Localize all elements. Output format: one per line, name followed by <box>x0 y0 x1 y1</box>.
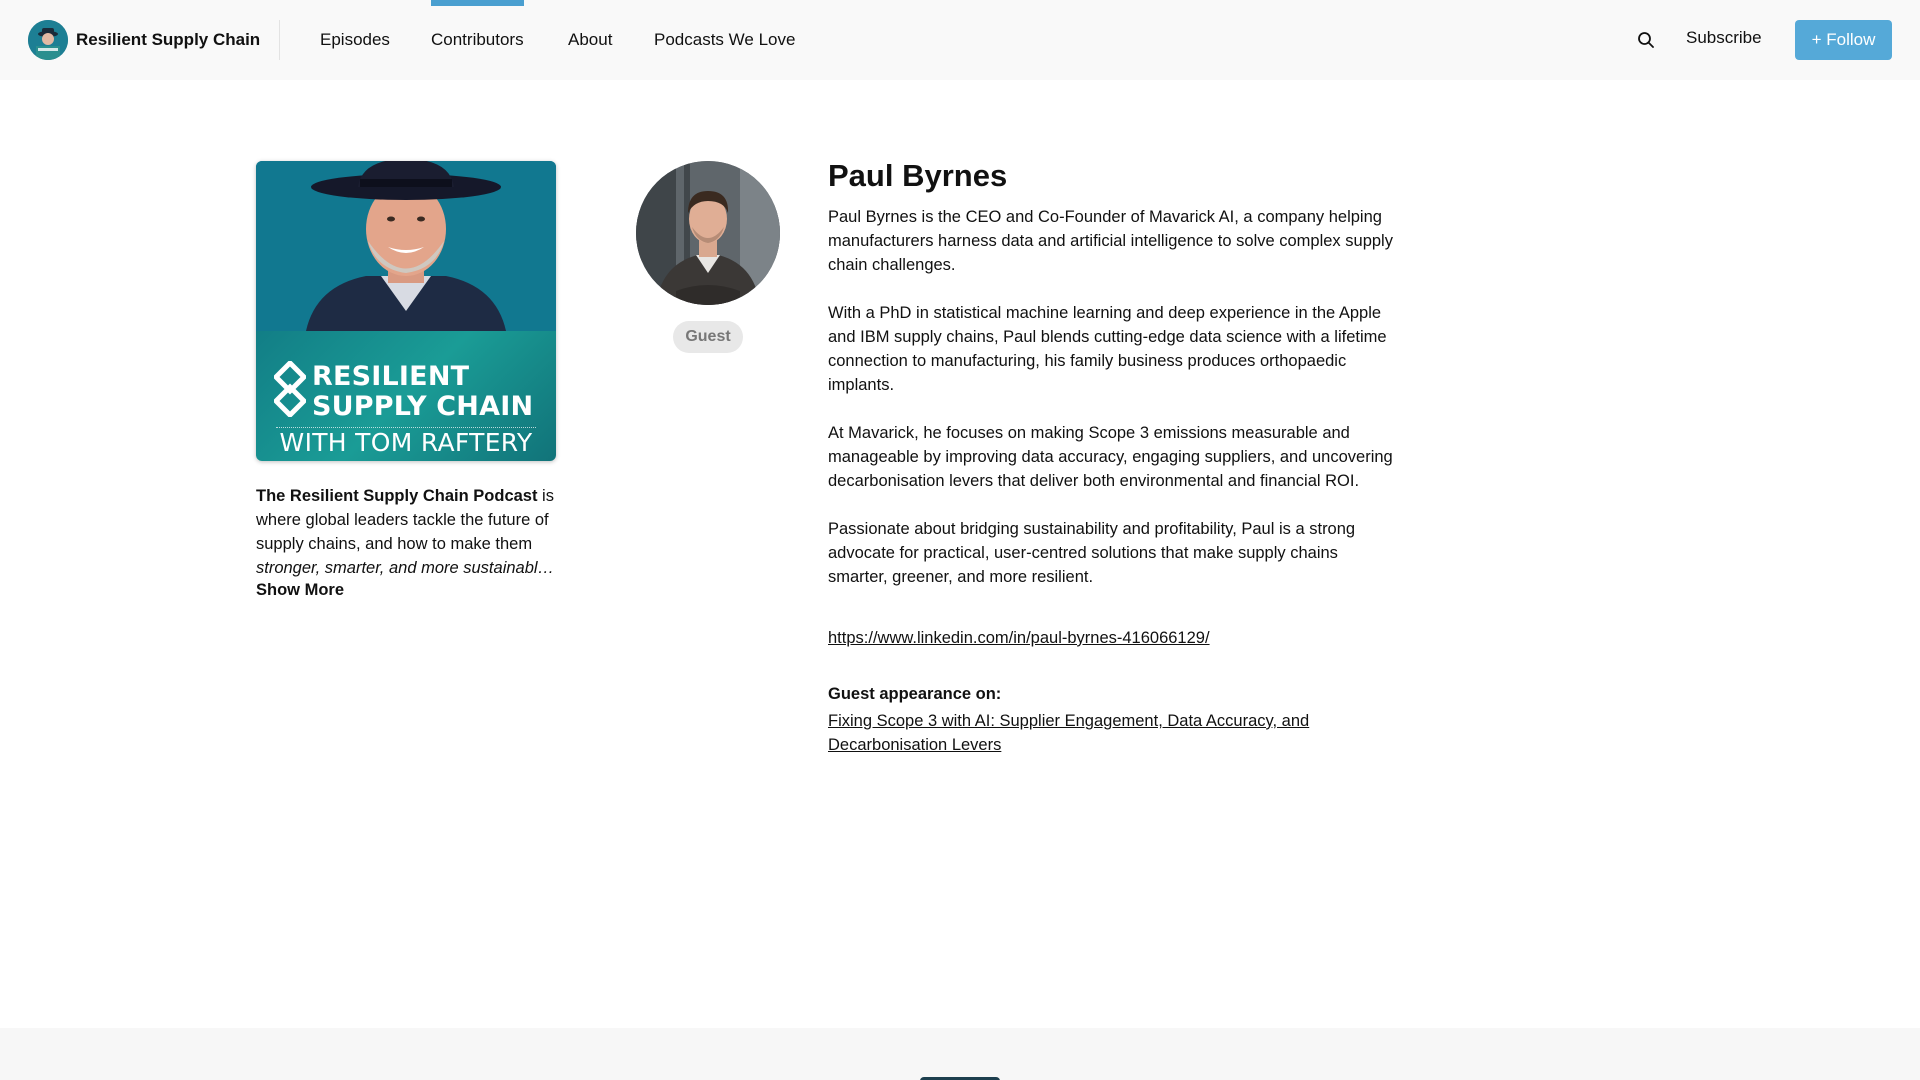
chain-logo-icon <box>274 361 306 417</box>
nav-about-label: About <box>568 30 613 49</box>
show-more-button[interactable]: Show More <box>256 581 344 600</box>
nav-episodes-label: Episodes <box>320 30 390 49</box>
brand-link[interactable]: Resilient Supply Chain <box>28 20 260 60</box>
guest-appearance-heading: Guest appearance on: <box>828 685 1002 703</box>
search-icon <box>1638 32 1654 48</box>
bio-paragraph: With a PhD in statistical machine learni… <box>828 304 1387 394</box>
description-italic: stronger, smarter, and more sustainabl… <box>256 559 555 577</box>
episode-link[interactable]: Fixing Scope 3 with AI: Supplier Engagem… <box>828 709 1348 757</box>
site-header: Resilient Supply Chain Episodes Contribu… <box>0 0 1920 80</box>
linkedin-link[interactable]: https://www.linkedin.com/in/paul-byrnes-… <box>828 629 1210 648</box>
follow-button[interactable]: + Follow <box>1795 20 1892 60</box>
bio-paragraph: Paul Byrnes is the CEO and Co-Founder of… <box>828 208 1393 274</box>
search-button[interactable] <box>1634 28 1658 52</box>
podcast-cover[interactable]: RESILIENT SUPPLY CHAIN WITH TOM RAFTERY <box>256 161 556 461</box>
host-photo <box>256 161 556 331</box>
brand-name: Resilient Supply Chain <box>76 30 261 49</box>
contributor-bio: Paul Byrnes is the CEO and Co-Founder of… <box>828 205 1398 613</box>
subscribe-link[interactable]: Subscribe <box>1686 28 1762 48</box>
nav-podcasts-we-love[interactable]: Podcasts We Love <box>654 0 795 80</box>
active-tab-indicator <box>431 0 524 6</box>
cover-subtitle: WITH TOM RAFTERY <box>279 428 533 457</box>
contributor-avatar <box>636 161 780 305</box>
bio-paragraph: Passionate about bridging sustainability… <box>828 520 1356 586</box>
podcast-description: The Resilient Supply Chain Podcast is wh… <box>256 484 561 580</box>
podcast-name: The Resilient Supply Chain Podcast <box>256 487 538 505</box>
bio-paragraph: At Mavarick, he focuses on making Scope … <box>828 424 1393 490</box>
nav-podcasts-label: Podcasts We Love <box>654 30 796 49</box>
nav-contributors[interactable]: Contributors <box>431 0 524 80</box>
cover-title-line2: SUPPLY CHAIN <box>312 391 534 422</box>
role-badge: Guest <box>673 321 743 353</box>
brand-logo <box>28 20 68 60</box>
cover-title-panel: RESILIENT SUPPLY CHAIN WITH TOM RAFTERY <box>256 331 556 461</box>
cover-title-line1: RESILIENT <box>312 361 470 392</box>
site-footer <box>0 1028 1920 1080</box>
contributor-name: Paul Byrnes <box>828 158 1008 193</box>
nav-episodes[interactable]: Episodes <box>320 0 390 80</box>
nav-about[interactable]: About <box>568 0 612 80</box>
nav-contributors-label: Contributors <box>431 30 524 49</box>
header-divider <box>279 20 280 60</box>
